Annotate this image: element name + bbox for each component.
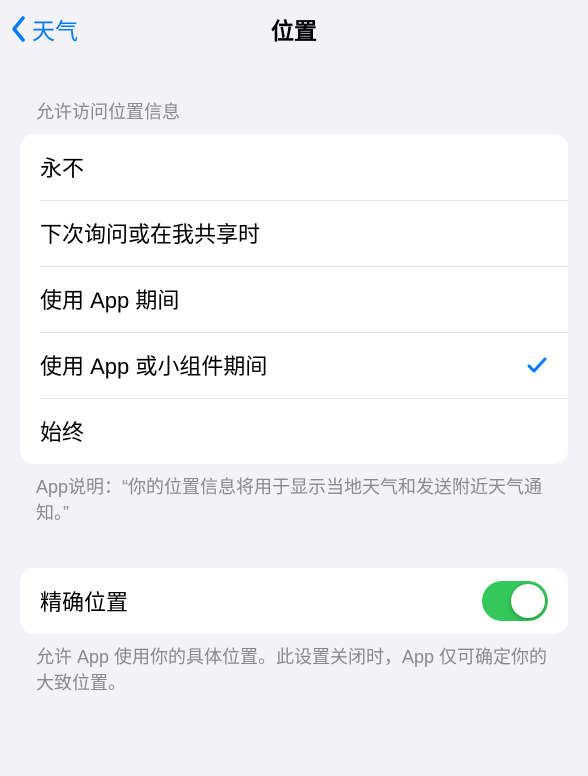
section-header-access: 允许访问位置信息 [20,58,568,134]
option-label: 使用 App 期间 [40,283,179,315]
option-never[interactable]: 永不 [20,134,568,200]
precise-location-toggle[interactable] [482,581,548,621]
option-label: 始终 [40,415,84,447]
option-while-using-app[interactable]: 使用 App 期间 [20,266,568,332]
option-label: 永不 [40,151,84,183]
section-footer-app-explanation: App说明：“你的位置信息将用于显示当地天气和发送附近天气通知。” [20,464,568,526]
section-footer-precise: 允许 App 使用你的具体位置。此设置关闭时，App 仅可确定你的大致位置。 [20,634,568,696]
page-title: 位置 [271,12,317,46]
option-ask-next-time[interactable]: 下次询问或在我共享时 [20,200,568,266]
option-label: 使用 App 或小组件期间 [40,349,267,381]
chevron-left-icon [10,15,28,43]
toggle-knob [511,584,545,618]
back-button[interactable]: 天气 [10,12,78,46]
location-access-options: 永不 下次询问或在我共享时 使用 App 期间 使用 App 或小组件期间 始终 [20,134,568,464]
back-label: 天气 [32,12,78,46]
precise-location-row[interactable]: 精确位置 [20,568,568,634]
option-label: 下次询问或在我共享时 [40,217,260,249]
option-while-using-app-or-widgets[interactable]: 使用 App 或小组件期间 [20,332,568,398]
precise-location-group: 精确位置 [20,568,568,634]
checkmark-icon [526,354,548,376]
option-always[interactable]: 始终 [20,398,568,464]
navbar: 天气 位置 [0,0,588,58]
precise-location-label: 精确位置 [40,585,128,617]
